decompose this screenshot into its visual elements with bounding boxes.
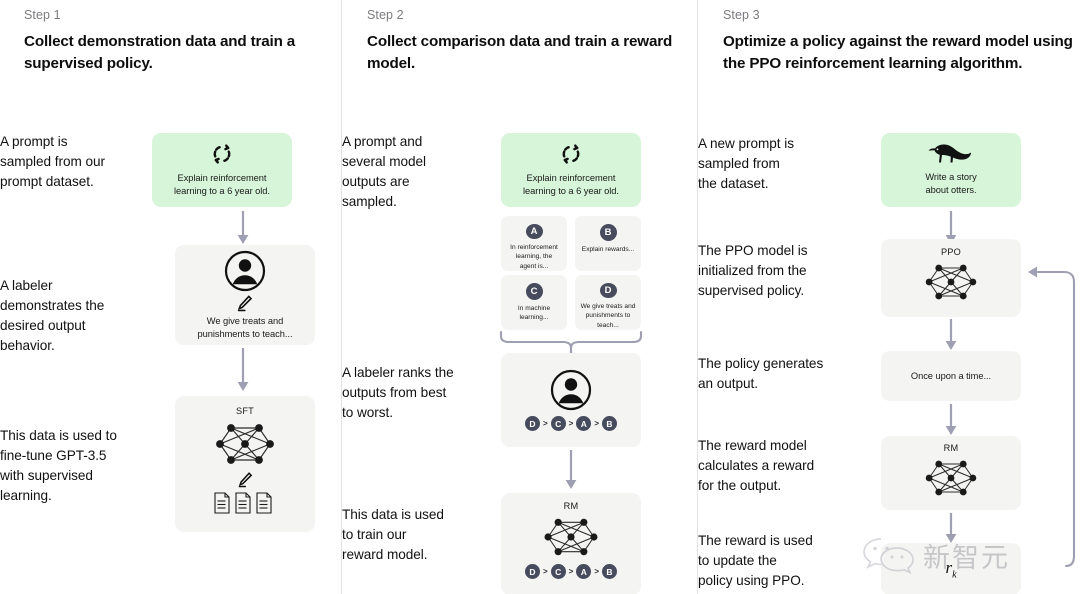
step-2-desc-3: This data is used to train our reward mo…: [342, 507, 444, 562]
step-1-sft-caption: SFT: [236, 406, 254, 416]
option-card-a: A In reinforcement learning, the agent i…: [501, 216, 567, 271]
rm-rank-sep-2: >: [568, 567, 574, 576]
rank-sep-2: >: [568, 419, 574, 428]
step-1-labeler-card: We give treats and punishments to teach.…: [175, 245, 315, 345]
documents-icon: [214, 492, 276, 514]
arrow-down-7: [944, 513, 958, 545]
labeler-person-icon: [224, 250, 266, 292]
rlhf-diagram: Step 1 Collect demonstration data and tr…: [0, 0, 1080, 594]
neural-network-icon: [923, 261, 979, 303]
step-2-label: Step 2: [367, 8, 404, 22]
step-1-label: Step 1: [24, 8, 61, 22]
option-text-b: Explain rewards...: [581, 246, 635, 253]
step-2-column: Step 2 Collect comparison data and train…: [341, 0, 697, 594]
pencil-icon: [236, 294, 254, 312]
rm-rank-sep-1: >: [542, 567, 548, 576]
option-card-c: C In machine learning...: [501, 275, 567, 330]
option-badge-a: A: [525, 224, 543, 239]
step-1-desc-3: This data is used to fine-tune GPT-3.5 w…: [0, 428, 117, 503]
rm-rank-badge-4: B: [602, 564, 617, 579]
step-1-labeler-text: We give treats and punishments to teach.…: [197, 315, 293, 339]
otter-icon: [927, 143, 975, 165]
step-2-rm-card: RM D > C > A > B: [501, 493, 641, 594]
step-3-ppo-caption: PPO: [940, 247, 961, 257]
step-3-ppo-card: PPO: [881, 239, 1021, 317]
pencil-icon: [237, 471, 254, 488]
arrow-down-1: [236, 211, 250, 245]
option-card-d: D We give treats and punishments to teac…: [575, 275, 641, 330]
step-2-labeler-card: D > C > A > B: [501, 353, 641, 447]
step-3-desc-4: The reward model calculates a reward for…: [698, 438, 815, 493]
step-3-prompt-text: Write a story about otters.: [925, 172, 977, 195]
feedback-loop-arrow: [1014, 264, 1076, 574]
step-3-reward-card: rk: [881, 543, 1021, 594]
labeler-person-icon: [550, 369, 592, 411]
option-text-d: We give treats and punishments to teach.…: [580, 302, 636, 329]
rank-sep-1: >: [542, 419, 548, 428]
step-3-desc-2: The PPO model is initialized from the su…: [698, 243, 808, 298]
rank-badge-3: A: [576, 416, 592, 431]
refresh-cycle-icon: [559, 142, 583, 166]
rank-badge-1: D: [524, 416, 540, 431]
step-1-sft-card: SFT: [175, 396, 315, 532]
step-3-desc-3: The policy generates an output.: [698, 356, 824, 391]
step-3-prompt-card: Write a story about otters.: [881, 133, 1021, 207]
rm-rank-badge-1: D: [524, 564, 540, 579]
step-2-desc-2: A labeler ranks the outputs from best to…: [342, 365, 454, 420]
refresh-cycle-icon: [210, 142, 234, 166]
step-1-prompt-text: Explain reinforcement learning to a 6 ye…: [174, 173, 270, 196]
step-2-rm-caption: RM: [563, 501, 579, 511]
step-2-title: Collect comparison data and train a rewa…: [367, 33, 673, 72]
step-1-desc-1: A prompt is sampled from our prompt data…: [0, 134, 105, 189]
neural-network-icon: [923, 457, 979, 499]
option-badge-b: B: [599, 224, 617, 241]
option-badge-d: D: [599, 283, 617, 298]
step-3-label: Step 3: [723, 8, 760, 22]
ranking-row-labeler: D > C > A > B: [524, 416, 617, 431]
option-text-c: In machine learning...: [517, 305, 551, 322]
arrow-down-6: [944, 404, 958, 436]
step-1-desc-2: A labeler demonstrates the desired outpu…: [0, 278, 105, 353]
rank-badge-2: C: [550, 416, 566, 431]
step-3-output-text: Once upon a time...: [910, 370, 992, 381]
step-3-desc-5: The reward is used to update the policy …: [698, 533, 813, 588]
arrow-down-5: [944, 319, 958, 351]
option-card-b: B Explain rewards...: [575, 216, 641, 271]
step-2-prompt-card: Explain reinforcement learning to a 6 ye…: [501, 133, 641, 207]
step-2-desc-1: A prompt and several model outputs are s…: [342, 134, 426, 209]
neural-network-icon: [542, 515, 600, 559]
rank-badge-4: B: [602, 416, 617, 431]
step-2-prompt-text: Explain reinforcement learning to a 6 ye…: [523, 173, 619, 196]
ranking-row-rm: D > C > A > B: [524, 564, 617, 579]
rank-sep-3: >: [594, 419, 599, 428]
arrow-down-2: [236, 348, 250, 392]
step-1-title: Collect demonstration data and train a s…: [24, 33, 296, 72]
option-badge-c: C: [525, 283, 543, 300]
step-3-output-card: Once upon a time...: [881, 351, 1021, 401]
step-1-column: Step 1 Collect demonstration data and tr…: [0, 0, 341, 594]
rm-rank-badge-2: C: [550, 564, 566, 579]
arrow-down-3: [564, 450, 578, 490]
option-text-a: In reinforcement learning, the agent is.…: [510, 243, 558, 270]
rm-rank-sep-3: >: [594, 567, 599, 576]
step-1-prompt-card: Explain reinforcement learning to a 6 ye…: [152, 133, 292, 207]
rm-rank-badge-3: A: [576, 564, 592, 579]
neural-network-icon: [214, 420, 276, 468]
step-3-rm-caption: RM: [943, 443, 959, 453]
step-3-column: Step 3 Optimize a policy against the rew…: [697, 0, 1080, 594]
step-3-desc-1: A new prompt is sampled from the dataset…: [698, 136, 794, 191]
step-3-title: Optimize a policy against the reward mod…: [723, 33, 1073, 72]
step-3-rm-card: RM: [881, 436, 1021, 510]
reward-symbol: rk: [945, 557, 957, 581]
